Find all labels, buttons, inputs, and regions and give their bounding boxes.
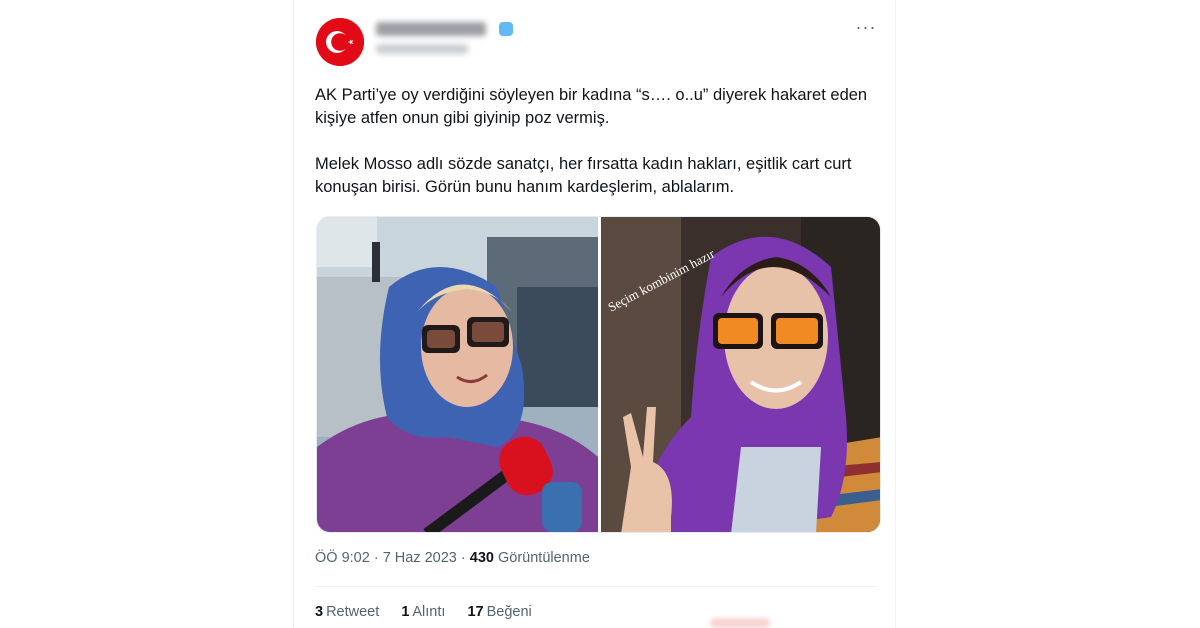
verified-badge-icon (499, 22, 513, 36)
photo-woman-purple-scarf[interactable]: Seçim kombinim hazır (601, 217, 881, 533)
tweet-text: AK Parti’ye oy verdiğini söyleyen bir ka… (315, 84, 875, 222)
divider (315, 586, 877, 587)
likes-stat[interactable]: 17 Beğeni (467, 604, 531, 620)
tweet-time[interactable]: ÖÖ 9:02 (315, 550, 370, 566)
tweet-card: ··· AK Parti’ye oy verdiğini söyleyen bi… (293, 0, 896, 628)
tweet-media[interactable]: Seçim kombinim hazır (316, 216, 881, 533)
views-label: Görüntülenme (498, 550, 590, 566)
retweets-count: 3 (315, 604, 324, 620)
tweet-meta: ÖÖ 9:02 · 7 Haz 2023 · 430 Görüntülenme (315, 550, 590, 566)
watermark-logo (710, 618, 770, 628)
author-handle-blurred[interactable] (376, 44, 468, 54)
likes-count: 17 (467, 604, 484, 620)
tweet-paragraph-1: AK Parti’ye oy verdiğini söyleyen bir ka… (315, 86, 868, 127)
turkish-flag-icon (316, 18, 364, 66)
meta-separator: · (456, 550, 470, 566)
retweets-stat[interactable]: 3 Retweet (315, 604, 379, 620)
tweet-date[interactable]: 7 Haz 2023 (383, 550, 457, 566)
quotes-label: Alıntı (412, 604, 446, 620)
avatar[interactable] (316, 18, 364, 66)
quotes-stat[interactable]: 1 Alıntı (401, 604, 445, 620)
meta-separator: · (369, 550, 383, 566)
tweet-paragraph-2: Melek Mosso adlı sözde sanatçı, her fırs… (315, 155, 852, 196)
more-dots-icon[interactable]: ··· (854, 18, 878, 40)
retweets-label: Retweet (326, 604, 380, 620)
likes-label: Beğeni (486, 604, 532, 620)
photo-woman-blue-scarf[interactable] (317, 217, 598, 533)
quotes-count: 1 (401, 604, 410, 620)
author-name-blurred[interactable] (376, 22, 486, 36)
views-count: 430 (469, 550, 494, 566)
tweet-stats: 3 Retweet 1 Alıntı 17 Beğeni (315, 604, 550, 620)
